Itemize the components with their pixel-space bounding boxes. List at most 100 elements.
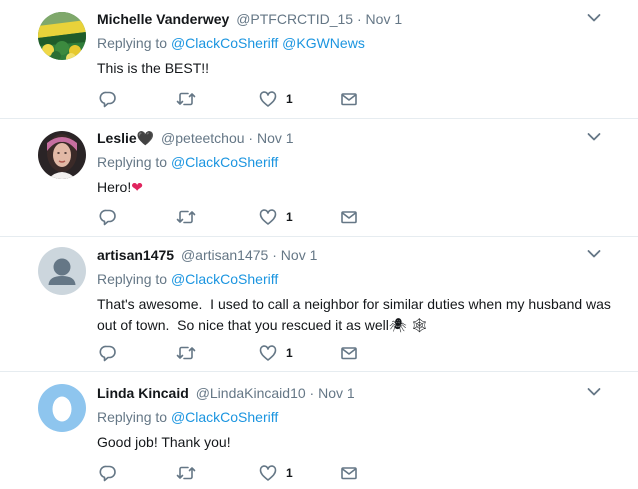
separator-dot: ·	[272, 247, 277, 263]
chevron-down-icon[interactable]	[586, 129, 602, 145]
tweet-text: Hero!❤	[97, 177, 618, 198]
tweet: Michelle Vanderwey @PTFCRCTID_15 · Nov 1…	[0, 0, 638, 119]
like-button[interactable]: 1	[259, 207, 293, 227]
heart-icon	[259, 344, 277, 362]
username[interactable]: @artisan1475	[181, 247, 268, 263]
reply-thread: Michelle Vanderwey @PTFCRCTID_15 · Nov 1…	[0, 0, 638, 489]
tweet-text: Good job! Thank you!	[97, 432, 618, 453]
mention-link[interactable]: @ClackCoSheriff	[171, 271, 278, 287]
retweet-icon	[176, 344, 196, 362]
avatar[interactable]	[38, 12, 86, 60]
direct-message-button[interactable]	[340, 207, 358, 227]
retweet-button[interactable]	[176, 463, 196, 483]
timestamp[interactable]: Nov 1	[318, 385, 355, 401]
mention-link[interactable]: @KGWNews	[282, 35, 365, 51]
reply-button[interactable]	[99, 463, 117, 483]
tweet-header: Michelle Vanderwey @PTFCRCTID_15 · Nov 1	[97, 10, 618, 28]
retweet-icon	[176, 464, 196, 482]
timestamp[interactable]: Nov 1	[281, 247, 318, 263]
reply-icon	[99, 344, 117, 362]
replying-to-label: Replying to	[97, 409, 168, 425]
like-count: 1	[286, 92, 293, 106]
heart-icon	[259, 90, 277, 108]
replying-to-label: Replying to	[97, 271, 168, 287]
tweet-content: Leslie🖤 @peteetchou · Nov 1 Replying to …	[97, 129, 618, 198]
display-name[interactable]: Linda Kincaid	[97, 385, 189, 401]
timestamp[interactable]: Nov 1	[257, 130, 294, 146]
reply-icon	[99, 464, 117, 482]
heart-icon	[259, 464, 277, 482]
direct-message-button[interactable]	[340, 343, 358, 363]
username[interactable]: @LindaKincaid10	[196, 385, 306, 401]
separator-dot: ·	[248, 130, 254, 146]
spider-web-emoji: 🕷 🕸	[388, 317, 429, 333]
separator-dot: ·	[309, 385, 315, 401]
envelope-icon	[340, 464, 358, 482]
mention-link[interactable]: @ClackCoSheriff	[171, 35, 278, 51]
timestamp[interactable]: Nov 1	[366, 11, 403, 27]
chevron-down-icon[interactable]	[586, 384, 602, 400]
avatar[interactable]	[38, 247, 86, 295]
replying-to-line: Replying to @ClackCoSheriff	[97, 408, 618, 426]
tweet-text-body: That's awesome. I used to call a neighbo…	[97, 296, 615, 333]
tweet-content: artisan1475 @artisan1475 · Nov 1 Replyin…	[97, 246, 618, 336]
reply-icon	[99, 208, 117, 226]
username[interactable]: @PTFCRCTID_15	[236, 11, 353, 27]
like-count: 1	[286, 346, 293, 360]
reply-button[interactable]	[99, 343, 117, 363]
chevron-down-icon[interactable]	[586, 246, 602, 262]
display-name[interactable]: artisan1475	[97, 247, 174, 263]
retweet-button[interactable]	[176, 89, 196, 109]
display-name[interactable]: Michelle Vanderwey	[97, 11, 229, 27]
replying-to-line: Replying to @ClackCoSheriff @KGWNews	[97, 34, 618, 52]
replying-to-line: Replying to @ClackCoSheriff	[97, 153, 618, 171]
reply-button[interactable]	[99, 207, 117, 227]
woman-photo-avatar-image	[38, 131, 86, 179]
like-button[interactable]: 1	[259, 89, 293, 109]
tweet: Leslie🖤 @peteetchou · Nov 1 Replying to …	[0, 119, 638, 237]
like-count: 1	[286, 466, 293, 480]
tweet-header: artisan1475 @artisan1475 · Nov 1	[97, 246, 618, 264]
direct-message-button[interactable]	[340, 463, 358, 483]
envelope-icon	[340, 344, 358, 362]
like-button[interactable]: 1	[259, 343, 293, 363]
reply-icon	[99, 90, 117, 108]
replying-to-label: Replying to	[97, 154, 168, 170]
retweet-button[interactable]	[176, 207, 196, 227]
egg-avatar-image	[38, 384, 86, 432]
red-heart-emoji: ❤	[131, 179, 143, 195]
separator-dot: ·	[356, 11, 362, 27]
black-heart-emoji: 🖤	[136, 130, 155, 146]
tweet: artisan1475 @artisan1475 · Nov 1 Replyin…	[0, 237, 638, 372]
username[interactable]: @peteetchou	[161, 130, 245, 146]
tweet-content: Michelle Vanderwey @PTFCRCTID_15 · Nov 1…	[97, 10, 618, 79]
tweet-text: That's awesome. I used to call a neighbo…	[97, 294, 618, 336]
retweet-button[interactable]	[176, 343, 196, 363]
reply-button[interactable]	[99, 89, 117, 109]
envelope-icon	[340, 90, 358, 108]
tweet-header: Linda Kincaid @LindaKincaid10 · Nov 1	[97, 384, 618, 402]
envelope-icon	[340, 208, 358, 226]
tweet: Linda Kincaid @LindaKincaid10 · Nov 1 Re…	[0, 372, 638, 489]
retweet-icon	[176, 90, 196, 108]
direct-message-button[interactable]	[340, 89, 358, 109]
avatar[interactable]	[38, 131, 86, 179]
like-button[interactable]: 1	[259, 463, 293, 483]
mention-link[interactable]: @ClackCoSheriff	[171, 154, 278, 170]
display-name[interactable]: Leslie	[97, 130, 137, 146]
replying-to-line: Replying to @ClackCoSheriff	[97, 270, 618, 288]
tweet-text-body: Hero!	[97, 179, 132, 195]
default-person-avatar-image	[38, 247, 86, 295]
like-count: 1	[286, 210, 293, 224]
tweet-text-body: Good job! Thank you!	[97, 434, 231, 450]
chevron-down-icon[interactable]	[586, 10, 602, 26]
green-yellow-crowd-avatar-image	[38, 12, 86, 60]
mention-link[interactable]: @ClackCoSheriff	[171, 409, 278, 425]
tweet-header: Leslie🖤 @peteetchou · Nov 1	[97, 129, 618, 147]
tweet-text: This is the BEST!!	[97, 58, 618, 79]
heart-icon	[259, 208, 277, 226]
retweet-icon	[176, 208, 196, 226]
tweet-text-body: This is the BEST!!	[97, 60, 210, 76]
tweet-content: Linda Kincaid @LindaKincaid10 · Nov 1 Re…	[97, 384, 618, 453]
avatar[interactable]	[38, 384, 86, 432]
